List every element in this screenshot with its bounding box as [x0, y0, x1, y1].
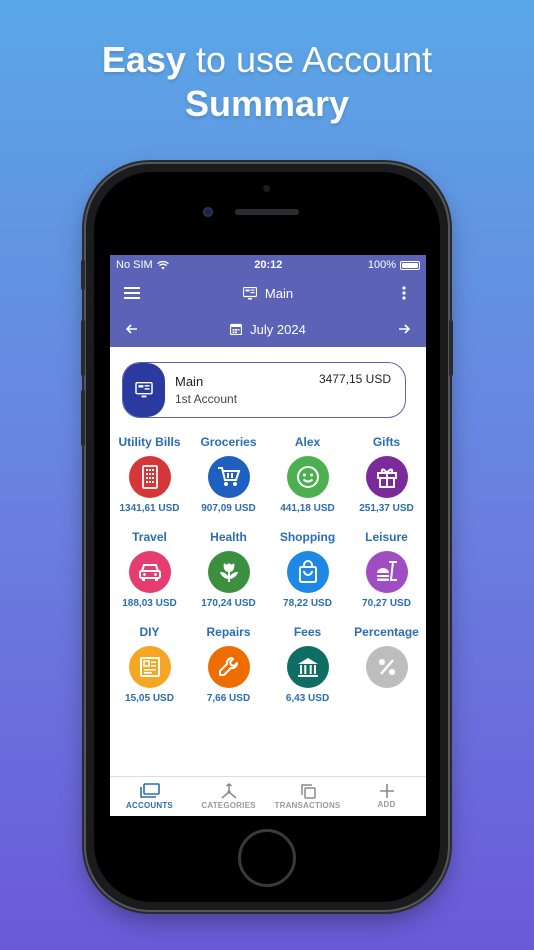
category-amount: 1341,61 USD [119, 503, 180, 514]
battery-percent: 100% [367, 259, 396, 271]
app-bar: Main July 2024 [110, 275, 426, 347]
headline-bold: Easy [101, 39, 186, 80]
nav-label: CATEGORIES [201, 801, 256, 810]
category-percentage[interactable]: Percentage [347, 625, 426, 710]
category-label: Repairs [206, 625, 251, 639]
percent-icon [365, 646, 408, 688]
month-label: July 2024 [250, 321, 306, 337]
bottom-navigation: ACCOUNTS CATEGORIES TRANSACTIONS ADD [110, 776, 426, 816]
category-alex[interactable]: Alex 441,18 USD [268, 435, 347, 520]
category-amount: 78,22 USD [283, 598, 332, 609]
next-month-arrow-icon[interactable] [394, 319, 414, 339]
nav-tab-add[interactable]: ADD [347, 777, 426, 816]
accounts-icon [139, 783, 160, 798]
category-amount: 6,43 USD [285, 693, 330, 704]
account-balance: 3477,15 USD [318, 372, 391, 386]
account-selector[interactable]: Main [242, 285, 294, 301]
category-amount: 441,18 USD [280, 503, 335, 514]
month-selector[interactable]: July 2024 [230, 322, 306, 337]
account-badge [123, 363, 165, 417]
bag-icon [286, 551, 329, 593]
front-camera [203, 207, 213, 217]
category-amount: 907,09 USD [201, 503, 256, 514]
category-label: DIY [139, 625, 160, 639]
category-utility-bills[interactable]: Utility Bills 1341,61 USD [110, 435, 189, 520]
category-groceries[interactable]: Groceries 907,09 USD [189, 435, 268, 520]
phone-frame: No SIM 20:12 100% Main July 2024 Main 1s… [81, 164, 453, 910]
power-button [449, 320, 453, 376]
monitor-icon [135, 382, 153, 398]
carrier-label: No SIM [116, 259, 153, 271]
category-amount: 15,05 USD [125, 693, 174, 704]
bank-icon [286, 646, 329, 688]
nav-label: ADD [377, 800, 396, 809]
category-label: Travel [132, 530, 167, 544]
gift-icon [365, 456, 408, 498]
menu-icon[interactable] [122, 283, 142, 303]
clock: 20:12 [254, 259, 283, 271]
nav-label: TRANSACTIONS [274, 801, 341, 810]
more-vert-icon[interactable] [394, 283, 414, 303]
category-label: Fees [293, 625, 322, 639]
category-label: Alex [294, 435, 321, 449]
headline-line2: Summary [184, 83, 350, 124]
category-label: Groceries [200, 435, 257, 449]
category-amount: 7,66 USD [206, 693, 251, 704]
previous-month-arrow-icon[interactable] [122, 319, 142, 339]
proximity-sensor [263, 185, 270, 192]
status-bar: No SIM 20:12 100% [110, 255, 426, 275]
nav-label: ACCOUNTS [126, 801, 173, 810]
car-icon [128, 551, 171, 593]
category-shopping[interactable]: Shopping 78,22 USD [268, 530, 347, 615]
monitor-icon [242, 286, 257, 299]
home-button[interactable] [238, 829, 296, 887]
account-subtitle: 1st Account [175, 392, 238, 406]
cart-icon [207, 456, 250, 498]
category-travel[interactable]: Travel 188,03 USD [110, 530, 189, 615]
app-screen: No SIM 20:12 100% Main July 2024 Main 1s… [110, 255, 426, 816]
category-amount: 70,27 USD [362, 598, 411, 609]
categories-icon [221, 783, 236, 799]
headline-rest: to use Account [185, 39, 433, 80]
category-gifts[interactable]: Gifts 251,37 USD [347, 435, 426, 520]
category-health[interactable]: Health 170,24 USD [189, 530, 268, 615]
volume-down-button [81, 390, 85, 446]
app-title: Main [264, 285, 294, 301]
category-leisure[interactable]: Leisure 70,27 USD [347, 530, 426, 615]
category-amount: 188,03 USD [122, 598, 177, 609]
category-grid: Utility Bills 1341,61 USD Groceries 907,… [110, 435, 426, 710]
nav-tab-accounts[interactable]: ACCOUNTS [110, 777, 189, 816]
add-icon [379, 784, 394, 798]
nav-tab-transactions[interactable]: TRANSACTIONS [268, 777, 347, 816]
category-amount: 170,24 USD [201, 598, 256, 609]
battery-icon [400, 260, 420, 270]
category-label: Shopping [279, 530, 336, 544]
category-label: Health [210, 530, 247, 544]
blueprint-icon [128, 646, 171, 688]
category-label: Percentage [354, 625, 419, 639]
category-label: Utility Bills [118, 435, 181, 449]
category-diy[interactable]: DIY 15,05 USD [110, 625, 189, 710]
smile-icon [286, 456, 329, 498]
wifi-icon [156, 260, 169, 269]
flower-icon [207, 551, 250, 593]
category-fees[interactable]: Fees 6,43 USD [268, 625, 347, 710]
wrench-icon [207, 646, 250, 688]
mute-switch [81, 260, 85, 290]
earpiece-speaker [235, 209, 299, 215]
transactions-icon [300, 784, 316, 799]
food-icon [365, 551, 408, 593]
category-repairs[interactable]: Repairs 7,66 USD [189, 625, 268, 710]
promo-headline: Easy to use Account Summary [0, 38, 534, 126]
nav-tab-categories[interactable]: CATEGORIES [189, 777, 268, 816]
building-icon [128, 456, 171, 498]
calendar-icon [230, 323, 243, 335]
category-amount: 251,37 USD [359, 503, 414, 514]
account-card[interactable]: Main 1st Account 3477,15 USD [122, 362, 406, 418]
volume-up-button [81, 320, 85, 376]
category-label: Leisure [365, 530, 408, 544]
category-label: Gifts [372, 435, 401, 449]
